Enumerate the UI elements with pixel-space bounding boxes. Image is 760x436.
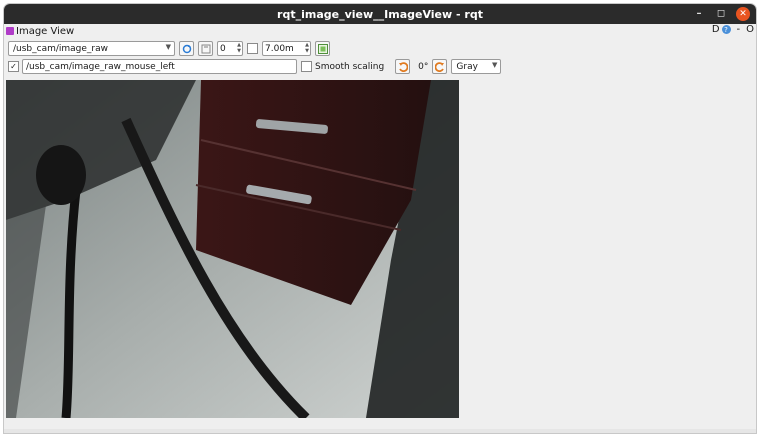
refresh-icon bbox=[182, 44, 191, 53]
mouse-topic-value: /usb_cam/image_raw_mouse_left bbox=[26, 61, 175, 72]
camera-image-content bbox=[6, 80, 459, 418]
rotate-left-icon bbox=[398, 61, 408, 72]
plugin-icon bbox=[6, 27, 14, 35]
minimize-button[interactable]: – bbox=[692, 7, 706, 21]
window-title: rqt_image_view__ImageView - rqt bbox=[277, 7, 483, 21]
max-value: 7.00m bbox=[265, 43, 294, 54]
mouse-publish-checkbox[interactable]: ✓ bbox=[8, 61, 19, 72]
spin-arrows-icon: ▲ ▼ bbox=[305, 42, 309, 54]
plugin-controls: D ? - O bbox=[712, 24, 754, 35]
depth-checkbox[interactable] bbox=[247, 43, 258, 54]
dock-toggle-button[interactable]: D bbox=[712, 24, 720, 35]
save-icon bbox=[201, 44, 210, 53]
mouse-topic-input[interactable]: /usb_cam/image_raw_mouse_left bbox=[22, 59, 297, 74]
topic-select[interactable]: /usb_cam/image_raw ▼ bbox=[8, 41, 175, 56]
maximize-button[interactable]: ◻ bbox=[714, 7, 728, 21]
status-bar bbox=[4, 429, 756, 433]
refresh-topics-button[interactable] bbox=[179, 41, 194, 56]
title-bar: rqt_image_view__ImageView - rqt – ◻ ✕ bbox=[4, 4, 756, 24]
rotate-right-button[interactable] bbox=[432, 59, 448, 74]
min-value: 0 bbox=[220, 43, 226, 54]
spin-arrows-icon: ▲ ▼ bbox=[237, 42, 241, 54]
rotate-left-button[interactable] bbox=[395, 59, 411, 74]
plugin-header: Image View D ? - O bbox=[4, 24, 756, 38]
colormap-value: Gray bbox=[456, 61, 478, 72]
topic-select-value: /usb_cam/image_raw bbox=[13, 43, 109, 54]
help-icon[interactable]: ? bbox=[721, 25, 731, 34]
minimize-plugin-button[interactable]: - bbox=[737, 24, 741, 35]
camera-image[interactable] bbox=[6, 80, 459, 418]
toolbar-row-2: ✓ /usb_cam/image_raw_mouse_left Smooth s… bbox=[8, 59, 502, 74]
zoom-fit-icon bbox=[317, 43, 328, 54]
rotate-right-icon bbox=[434, 61, 444, 72]
smooth-scaling-label: Smooth scaling bbox=[315, 61, 385, 72]
window-controls: – ◻ ✕ bbox=[692, 7, 750, 21]
close-plugin-button[interactable]: O bbox=[746, 24, 754, 35]
chevron-down-icon: ▼ bbox=[165, 43, 171, 51]
rotation-label: 0° bbox=[418, 61, 429, 72]
close-button[interactable]: ✕ bbox=[736, 7, 750, 21]
chevron-down-icon: ▼ bbox=[492, 61, 498, 69]
min-value-spinbox[interactable]: 0 ▲ ▼ bbox=[217, 41, 243, 56]
app-window: rqt_image_view__ImageView - rqt – ◻ ✕ Im… bbox=[4, 4, 756, 433]
save-image-button[interactable] bbox=[198, 41, 213, 56]
plugin-title: Image View bbox=[16, 25, 75, 37]
max-value-spinbox[interactable]: 7.00m ▲ ▼ bbox=[262, 41, 311, 56]
smooth-scaling-checkbox[interactable] bbox=[301, 61, 312, 72]
zoom-fit-button[interactable] bbox=[315, 41, 330, 56]
toolbar-row-1: /usb_cam/image_raw ▼ 0 ▲ ▼ 7.00m ▲ ▼ bbox=[8, 41, 330, 56]
colormap-select[interactable]: Gray ▼ bbox=[451, 59, 502, 74]
